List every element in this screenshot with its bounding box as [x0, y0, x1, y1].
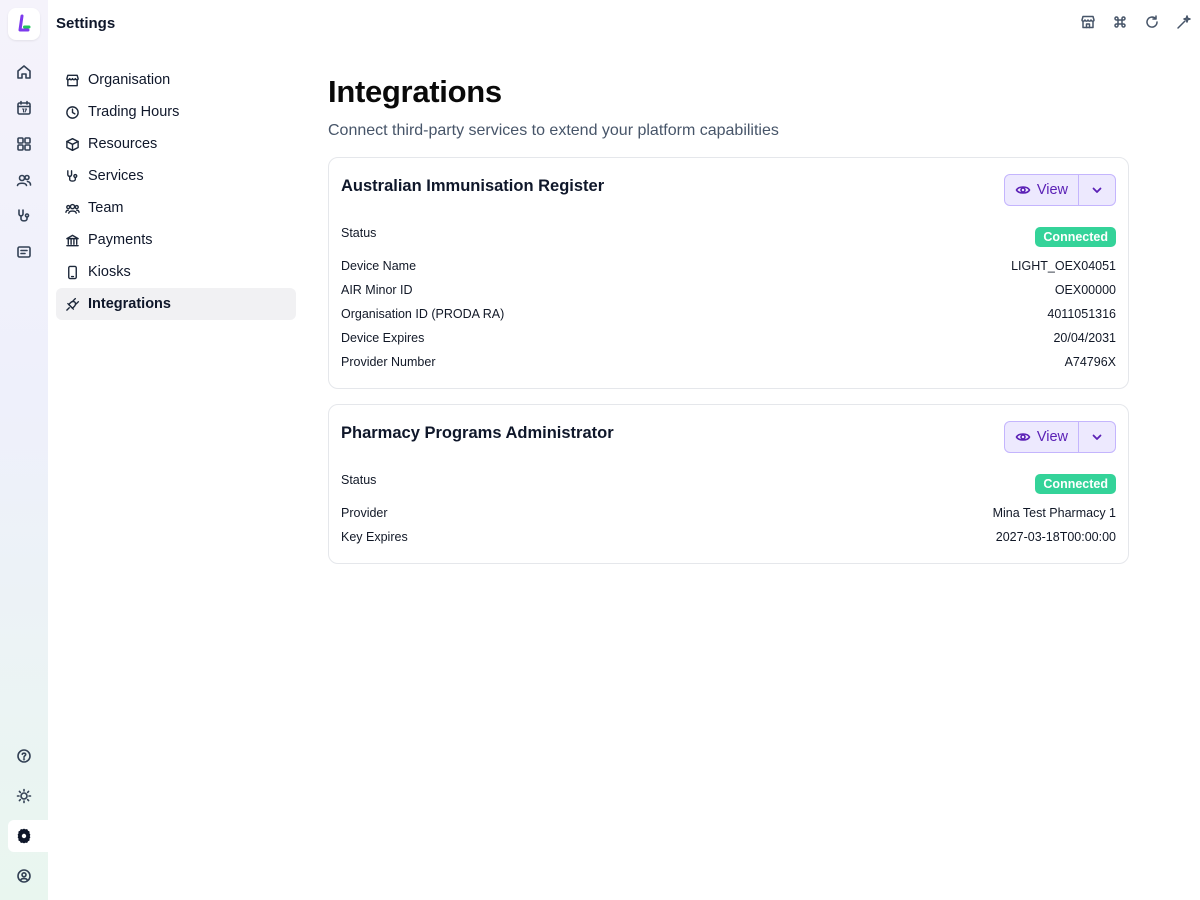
bank-icon	[64, 232, 80, 248]
detail-row: Key Expires 2027-03-18T00:00:00	[341, 525, 1116, 549]
page-header-title: Settings	[56, 15, 116, 32]
detail-row: AIR Minor ID OEX00000	[341, 278, 1116, 302]
box-icon	[64, 136, 80, 152]
detail-row: Provider Mina Test Pharmacy 1	[341, 501, 1116, 525]
detail-label: Provider Number	[341, 355, 436, 369]
settings-gear-icon[interactable]	[14, 826, 34, 846]
view-button-label: View	[1036, 429, 1068, 445]
integration-title: Pharmacy Programs Administrator	[341, 424, 614, 442]
detail-value: LIGHT_OEX04051	[1011, 259, 1116, 273]
integration-title: Australian Immunisation Register	[341, 177, 605, 195]
detail-label: Organisation ID (PRODA RA)	[341, 307, 505, 321]
detail-label: Provider	[341, 506, 388, 520]
detail-row: Device Expires 20/04/2031	[341, 326, 1116, 350]
nav-item-payments[interactable]: Payments	[56, 224, 296, 256]
message-icon[interactable]	[14, 242, 34, 262]
detail-row: Organisation ID (PRODA RA) 4011051316	[341, 302, 1116, 326]
nav-item-label: Kiosks	[88, 264, 131, 280]
eye-icon	[1015, 433, 1031, 441]
grid-icon[interactable]	[14, 134, 34, 154]
view-button-label: View	[1036, 182, 1068, 198]
detail-label: Device Expires	[341, 331, 425, 345]
more-options-button[interactable]	[1079, 175, 1115, 205]
top-bar: Settings	[48, 0, 1200, 48]
eye-icon	[1015, 186, 1031, 194]
nav-item-label: Organisation	[88, 72, 171, 88]
chevron-down-icon	[1092, 187, 1102, 193]
detail-label: Status	[341, 226, 377, 240]
nav-item-label: Services	[88, 168, 144, 184]
tablet-icon	[64, 264, 80, 280]
clock-icon	[64, 104, 80, 120]
nav-item-label: Team	[88, 200, 124, 216]
status-badge: Connected	[1035, 227, 1116, 247]
nav-item-label: Payments	[88, 232, 153, 248]
detail-row: Provider Number A74796X	[341, 350, 1116, 374]
nav-item-organisation[interactable]: Organisation	[56, 64, 296, 96]
page-title: Integrations	[328, 74, 502, 109]
left-rail	[0, 0, 48, 900]
nav-item-integrations[interactable]: Integrations	[56, 288, 296, 320]
detail-value: 2027-03-18T00:00:00	[995, 530, 1116, 544]
detail-row: Device Name LIGHT_OEX04051	[341, 254, 1116, 278]
home-icon[interactable]	[14, 62, 34, 82]
main-content: Integrations Connect third-party service…	[328, 70, 1129, 564]
sparkles-icon[interactable]	[1176, 14, 1192, 30]
nav-item-kiosks[interactable]: Kiosks	[56, 256, 296, 288]
store-icon	[64, 72, 80, 88]
integration-card-air: Australian Immunisation Register View St…	[328, 157, 1129, 389]
store-icon[interactable]	[1080, 14, 1096, 30]
nav-item-label: Trading Hours	[88, 104, 180, 120]
nav-item-resources[interactable]: Resources	[56, 128, 296, 160]
detail-value: 20/04/2031	[1053, 331, 1116, 345]
integration-details: Status Connected Device Name LIGHT_OEX04…	[341, 226, 1116, 374]
plug-icon	[64, 296, 80, 312]
integration-details: Status Connected Provider Mina Test Phar…	[341, 473, 1116, 549]
nav-item-team[interactable]: Team	[56, 192, 296, 224]
stethoscope-icon	[64, 168, 80, 184]
stethoscope-icon[interactable]	[14, 206, 34, 226]
nav-item-services[interactable]: Services	[56, 160, 296, 192]
view-button[interactable]: View	[1005, 422, 1079, 452]
detail-value: 4011051316	[1047, 307, 1116, 321]
refresh-icon[interactable]	[1144, 14, 1160, 30]
nav-item-label: Resources	[88, 136, 158, 152]
command-icon[interactable]	[1112, 14, 1128, 30]
calendar-icon[interactable]	[14, 98, 34, 118]
nav-item-trading-hours[interactable]: Trading Hours	[56, 96, 296, 128]
sun-icon[interactable]	[14, 786, 34, 806]
chevron-down-icon	[1092, 434, 1102, 440]
detail-label: Device Name	[341, 259, 417, 273]
detail-row-status: Status Connected	[341, 473, 1116, 501]
nav-item-label: Integrations	[88, 296, 171, 312]
detail-row-status: Status Connected	[341, 226, 1116, 254]
detail-label: Key Expires	[341, 530, 408, 544]
logo-mark-icon	[18, 14, 31, 32]
view-button-group: View	[1003, 421, 1116, 453]
detail-label: AIR Minor ID	[341, 283, 413, 297]
account-icon[interactable]	[14, 866, 34, 886]
settings-nav: Organisation Trading Hours Resources Ser…	[56, 64, 296, 320]
view-button[interactable]: View	[1005, 175, 1079, 205]
detail-value: Mina Test Pharmacy 1	[992, 506, 1116, 520]
users-icon	[64, 200, 80, 216]
page-subtitle: Connect third-party services to extend y…	[328, 122, 779, 139]
detail-label: Status	[341, 473, 377, 487]
users-icon[interactable]	[14, 170, 34, 190]
app-logo[interactable]	[8, 8, 40, 40]
integration-card-ppa: Pharmacy Programs Administrator View Sta…	[328, 404, 1129, 564]
detail-value: OEX00000	[1054, 283, 1116, 297]
detail-value: A74796X	[1064, 355, 1116, 369]
top-toolbar	[1080, 14, 1192, 30]
help-icon[interactable]	[14, 746, 34, 766]
status-badge: Connected	[1035, 474, 1116, 494]
view-button-group: View	[1003, 174, 1116, 206]
more-options-button[interactable]	[1079, 422, 1115, 452]
